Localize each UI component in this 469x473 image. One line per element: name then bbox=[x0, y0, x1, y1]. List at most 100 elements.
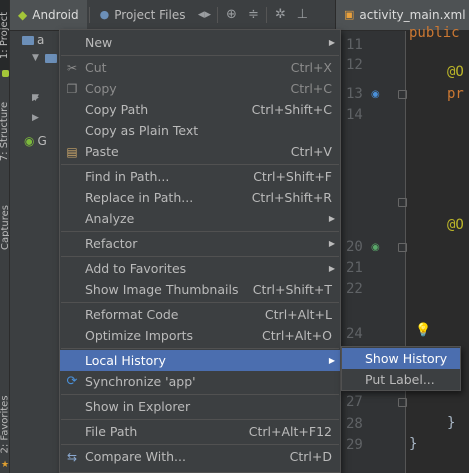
submenu-arrow-icon: ▶ bbox=[328, 239, 335, 248]
menu-item-shortcut: Ctrl+Shift+T bbox=[252, 282, 332, 297]
android-view-label: Android bbox=[32, 7, 79, 22]
line-number: 21 bbox=[346, 260, 363, 276]
menu-item-copy-plain-text[interactable]: Copy as Plain Text bbox=[60, 120, 340, 141]
editor-tab-label: activity_main.xml bbox=[359, 7, 466, 22]
submenu-item-label: Show History bbox=[365, 351, 448, 366]
menu-item-show-image-thumbnails[interactable]: Show Image Thumbnails Ctrl+Shift+T bbox=[60, 279, 340, 300]
xml-file-icon: ▣ bbox=[344, 8, 355, 21]
editor-gutter: 11 12 13 14 20 21 22 24 27 28 29 ◉ ◉ bbox=[336, 31, 407, 473]
menu-separator bbox=[61, 231, 339, 232]
captures-tool-tab[interactable]: Captures bbox=[0, 196, 10, 258]
menu-item-label: File Path bbox=[85, 424, 138, 439]
menu-item-label: Add to Favorites bbox=[85, 261, 187, 276]
menu-item-shortcut: Ctrl+Shift+F bbox=[253, 169, 332, 184]
tree-node[interactable]: ▶ bbox=[32, 113, 42, 123]
line-number: 29 bbox=[346, 437, 363, 453]
menu-item-file-path[interactable]: File Path Ctrl+Alt+F12 bbox=[60, 421, 340, 442]
project-tool-tab[interactable]: 1: Project bbox=[0, 0, 9, 70]
code-keyword: public bbox=[409, 25, 460, 41]
menu-item-local-history[interactable]: Local History ▶ bbox=[60, 350, 340, 371]
submenu-arrow-icon: ▶ bbox=[328, 214, 335, 223]
code-brace: } bbox=[409, 436, 418, 452]
fold-marker-icon[interactable] bbox=[398, 198, 407, 207]
fold-marker-icon[interactable] bbox=[398, 90, 407, 99]
sync-icon: ⟳ bbox=[66, 374, 78, 389]
menu-item-new[interactable]: New ▶ bbox=[60, 32, 340, 53]
folder-icon bbox=[22, 35, 34, 45]
menu-item-shortcut: Ctrl+V bbox=[290, 144, 332, 159]
menu-item-replace-in-path[interactable]: Replace in Path... Ctrl+Shift+R bbox=[60, 187, 340, 208]
gradle-scripts-node[interactable]: ◉ G bbox=[24, 134, 47, 148]
android-view-tab[interactable]: ◆ Android bbox=[10, 0, 87, 30]
submenu-item-put-label[interactable]: Put Label... bbox=[342, 369, 460, 390]
menu-item-refactor[interactable]: Refactor ▶ bbox=[60, 233, 340, 254]
favorites-tool-tab[interactable]: 2: Favorites bbox=[0, 385, 9, 463]
project-files-icon: ● bbox=[99, 8, 110, 21]
menu-item-add-to-favorites[interactable]: Add to Favorites ▶ bbox=[60, 258, 340, 279]
hide-icon: ⊥ bbox=[296, 7, 309, 22]
menu-separator bbox=[61, 348, 339, 349]
code-keyword: pr bbox=[447, 86, 464, 102]
menu-item-show-in-explorer[interactable]: Show in Explorer bbox=[60, 396, 340, 417]
menu-item-shortcut: Ctrl+Shift+R bbox=[251, 190, 332, 205]
captures-tool-tab-label: Captures bbox=[0, 204, 10, 250]
submenu-arrow-icon: ▶ bbox=[328, 38, 335, 47]
code-editor[interactable]: public @O pr @O } } 💡 bbox=[407, 25, 469, 473]
tree-node[interactable]: ▼ bbox=[32, 53, 57, 63]
menu-item-copy[interactable]: ❐ Copy Ctrl+C bbox=[60, 78, 340, 99]
menu-item-reformat-code[interactable]: Reformat Code Ctrl+Alt+L bbox=[60, 304, 340, 325]
collapsed-arrow-icon: ▶ bbox=[32, 93, 39, 103]
fold-marker-icon[interactable] bbox=[398, 398, 407, 407]
menu-item-cut[interactable]: ✂ Cut Ctrl+X bbox=[60, 57, 340, 78]
implements-marker-icon[interactable]: ◉ bbox=[371, 242, 380, 253]
menu-item-analyze[interactable]: Analyze ▶ bbox=[60, 208, 340, 229]
menu-item-label: Paste bbox=[85, 144, 119, 159]
project-files-tab[interactable]: ● Project Files bbox=[92, 0, 194, 30]
expanded-arrow-icon: ▼ bbox=[32, 53, 39, 63]
lightbulb-icon[interactable]: 💡 bbox=[415, 323, 431, 338]
menu-item-compare-with[interactable]: ⇆ Compare With... Ctrl+D bbox=[60, 446, 340, 467]
line-number: 22 bbox=[346, 281, 363, 297]
tree-node[interactable]: ▶ bbox=[32, 93, 42, 103]
menu-item-shortcut: Ctrl+D bbox=[289, 449, 332, 464]
menu-item-label: Refactor bbox=[85, 236, 138, 251]
menu-item-find-in-path[interactable]: Find in Path... Ctrl+Shift+F bbox=[60, 166, 340, 187]
override-marker-icon[interactable]: ◉ bbox=[371, 89, 380, 100]
menu-item-shortcut: Ctrl+Alt+L bbox=[264, 307, 332, 322]
structure-tool-tab[interactable]: 7: Structure bbox=[0, 95, 9, 167]
menu-item-synchronize[interactable]: ⟳ Synchronize 'app' bbox=[60, 371, 340, 392]
menu-item-label: Local History bbox=[85, 353, 166, 368]
context-menu: New ▶ ✂ Cut Ctrl+X ❐ Copy Ctrl+C Copy Pa… bbox=[59, 29, 341, 473]
scroll-tabs-button[interactable]: ◂▸ bbox=[193, 0, 215, 30]
collapsed-arrow-icon: ▶ bbox=[32, 113, 39, 123]
menu-item-shortcut: Ctrl+X bbox=[290, 60, 332, 75]
menu-item-shortcut: Ctrl+Alt+O bbox=[262, 328, 332, 343]
submenu-item-label: Put Label... bbox=[365, 372, 435, 387]
menu-separator bbox=[61, 302, 339, 303]
menu-separator bbox=[61, 256, 339, 257]
fold-marker-icon[interactable] bbox=[398, 243, 407, 252]
menu-item-label: Replace in Path... bbox=[85, 190, 194, 205]
tree-root-node[interactable]: a bbox=[22, 33, 44, 47]
project-files-label: Project Files bbox=[114, 7, 186, 22]
android-icon: ◆ bbox=[18, 7, 28, 22]
project-toolbar: ◆ Android ● Project Files ◂▸ ⊕ ≑ ✲ ⊥ bbox=[10, 0, 335, 30]
menu-item-shortcut: Ctrl+Shift+C bbox=[251, 102, 332, 117]
star-icon: ★ bbox=[0, 460, 10, 470]
collapse-all-button[interactable]: ≑ bbox=[242, 0, 264, 30]
menu-item-label: Show in Explorer bbox=[85, 399, 191, 414]
hide-panel-button[interactable]: ⊥ bbox=[291, 0, 313, 30]
menu-item-paste[interactable]: ▤ Paste Ctrl+V bbox=[60, 141, 340, 162]
toolbar-divider bbox=[266, 6, 268, 23]
line-number: 14 bbox=[346, 107, 363, 123]
menu-item-label: Synchronize 'app' bbox=[85, 374, 196, 389]
menu-item-optimize-imports[interactable]: Optimize Imports Ctrl+Alt+O bbox=[60, 325, 340, 346]
menu-separator bbox=[61, 444, 339, 445]
line-number: 28 bbox=[346, 416, 363, 432]
submenu-item-show-history[interactable]: Show History bbox=[342, 348, 460, 369]
settings-button[interactable]: ✲ bbox=[269, 0, 291, 30]
submenu-arrow-icon: ▶ bbox=[328, 264, 335, 273]
scroll-from-source-button[interactable]: ⊕ bbox=[220, 0, 242, 30]
code-annotation: @O bbox=[447, 217, 464, 233]
menu-item-copy-path[interactable]: Copy Path Ctrl+Shift+C bbox=[60, 99, 340, 120]
